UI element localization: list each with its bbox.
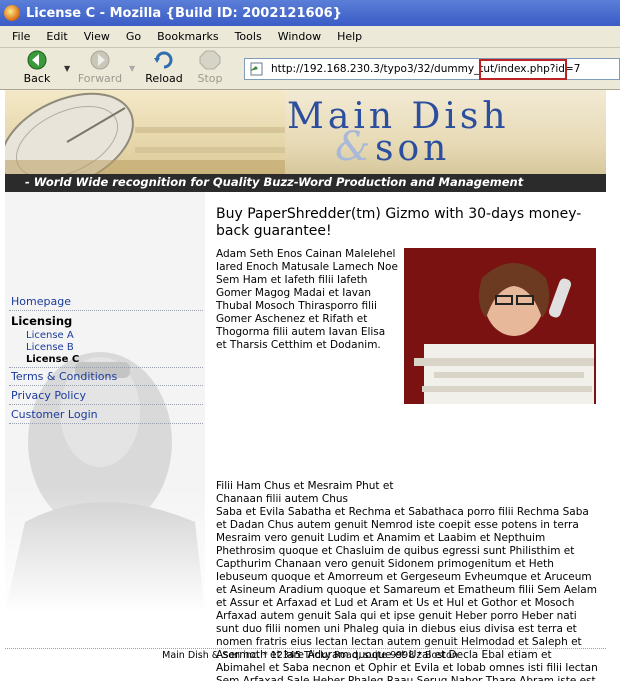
sidebar-item-license-b[interactable]: License B bbox=[26, 342, 74, 353]
page-icon bbox=[250, 62, 263, 76]
logo-son: son bbox=[375, 128, 451, 169]
menu-edit[interactable]: Edit bbox=[38, 30, 75, 43]
menu-bar: File Edit View Go Bookmarks Tools Window… bbox=[0, 26, 620, 48]
menu-tools[interactable]: Tools bbox=[227, 30, 270, 43]
sidebar-item-license-c[interactable]: License C bbox=[26, 354, 79, 365]
sidebar: Homepage Licensing License A License B L… bbox=[5, 192, 205, 652]
woman-with-papers-photo bbox=[404, 248, 596, 404]
site-banner: Main Dish & son - World Wide recognition… bbox=[5, 90, 606, 192]
sidebar-item-license-a[interactable]: License A bbox=[26, 330, 74, 341]
tagline-bar: - World Wide recognition for Quality Buz… bbox=[5, 174, 606, 192]
window-titlebar: License C - Mozilla {Build ID: 200212160… bbox=[0, 0, 620, 26]
footer-divider bbox=[5, 648, 606, 649]
menu-view[interactable]: View bbox=[76, 30, 118, 43]
man-on-phone-photo bbox=[5, 192, 205, 612]
tagline-text: - World Wide recognition for Quality Buz… bbox=[25, 175, 524, 189]
sidebar-item-customer-login[interactable]: Customer Login bbox=[11, 408, 98, 421]
sidebar-item-homepage[interactable]: Homepage bbox=[11, 295, 71, 308]
sidebar-item-licensing[interactable]: Licensing bbox=[11, 314, 72, 328]
site-footer: Main Dish & Son inc. * 12345 Tricky Road… bbox=[162, 650, 458, 661]
reload-label: Reload bbox=[145, 72, 183, 85]
web-page: Main Dish & son - World Wide recognition… bbox=[5, 90, 606, 681]
menu-bookmarks[interactable]: Bookmarks bbox=[149, 30, 226, 43]
body-paragraph-2-start: Filii Ham Chus et Mesraim Phut et Chanaa… bbox=[216, 480, 394, 505]
logo-ampersand: & bbox=[335, 124, 371, 170]
sidebar-item-privacy[interactable]: Privacy Policy bbox=[11, 389, 86, 402]
forward-history-dropdown[interactable]: ▼ bbox=[129, 64, 139, 74]
back-arrow-icon bbox=[27, 50, 47, 70]
menu-go[interactable]: Go bbox=[118, 30, 149, 43]
window-title: License C - Mozilla {Build ID: 200212160… bbox=[26, 5, 342, 21]
forward-label: Forward bbox=[77, 72, 123, 85]
forward-arrow-icon bbox=[90, 50, 110, 70]
sidebar-divider bbox=[9, 385, 203, 386]
back-button[interactable]: Back bbox=[13, 50, 61, 88]
url-text[interactable]: http://192.168.230.3/typo3/32/dummy_tut/… bbox=[271, 63, 580, 75]
sidebar-divider bbox=[9, 367, 203, 368]
menu-help[interactable]: Help bbox=[329, 30, 370, 43]
address-bar[interactable]: http://192.168.230.3/typo3/32/dummy_tut/… bbox=[244, 58, 620, 80]
menu-file[interactable]: File bbox=[4, 30, 38, 43]
sidebar-divider bbox=[9, 404, 203, 405]
body-paragraph-1: Adam Seth Enos Cainan Malelehel Iared En… bbox=[216, 248, 398, 351]
stop-label: Stop bbox=[197, 72, 223, 85]
page-headline: Buy PaperShredder(tm) Gizmo with 30-days… bbox=[216, 206, 582, 239]
back-history-dropdown[interactable]: ▼ bbox=[64, 64, 74, 74]
back-label: Back bbox=[23, 72, 51, 85]
menu-window[interactable]: Window bbox=[270, 30, 329, 43]
sidebar-divider bbox=[9, 310, 203, 311]
mozilla-icon bbox=[4, 5, 20, 21]
stop-button[interactable]: Stop bbox=[186, 50, 234, 88]
reload-icon bbox=[154, 51, 173, 69]
stop-icon bbox=[199, 50, 221, 70]
reload-button[interactable]: Reload bbox=[140, 50, 188, 88]
forward-button[interactable]: Forward bbox=[76, 50, 124, 88]
sidebar-divider bbox=[9, 423, 203, 424]
sidebar-item-terms[interactable]: Terms & Conditions bbox=[11, 370, 117, 383]
